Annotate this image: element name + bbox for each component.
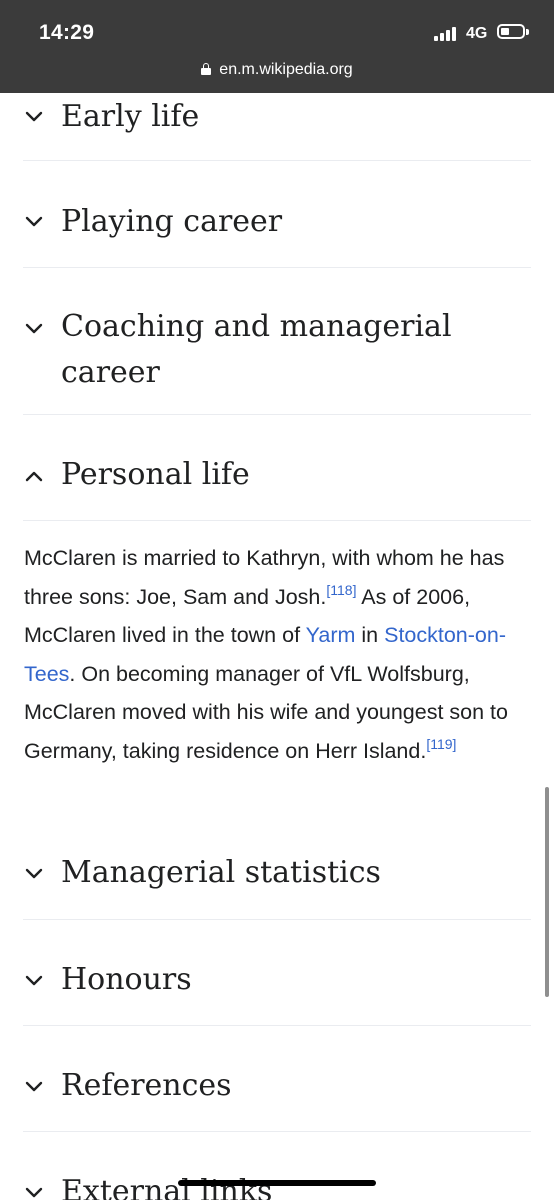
section-coaching-managerial-career[interactable]: Coaching and managerial career bbox=[23, 268, 531, 415]
chevron-down-icon bbox=[25, 868, 43, 880]
section-external-links[interactable]: External links bbox=[23, 1132, 531, 1200]
section-heading: References bbox=[61, 1068, 232, 1103]
section-references[interactable]: References bbox=[23, 1026, 531, 1132]
cellular-signal-icon bbox=[434, 27, 458, 41]
chevron-down-icon bbox=[25, 216, 43, 228]
chevron-down-icon bbox=[25, 1187, 43, 1199]
link-yarm[interactable]: Yarm bbox=[306, 623, 356, 647]
home-indicator[interactable] bbox=[178, 1180, 376, 1186]
section-heading: Honours bbox=[61, 962, 192, 997]
section-honours[interactable]: Honours bbox=[23, 920, 531, 1026]
section-managerial-statistics[interactable]: Managerial statistics bbox=[23, 813, 531, 920]
address-bar[interactable]: en.m.wikipedia.org bbox=[0, 58, 554, 82]
section-heading: Coaching and managerial career bbox=[61, 309, 452, 390]
url-text: en.m.wikipedia.org bbox=[219, 61, 353, 78]
section-heading: Early life bbox=[61, 99, 200, 134]
lock-icon bbox=[201, 63, 212, 75]
status-time: 14:29 bbox=[39, 21, 95, 44]
personal-life-paragraph: McClaren is married to Kathryn, with who… bbox=[24, 539, 532, 770]
battery-icon bbox=[497, 24, 525, 39]
chevron-up-icon bbox=[25, 470, 43, 482]
scrollbar[interactable] bbox=[545, 787, 549, 997]
chevron-down-icon bbox=[25, 111, 43, 123]
network-type: 4G bbox=[466, 25, 488, 42]
chevron-down-icon bbox=[25, 975, 43, 987]
reference-link[interactable]: [119] bbox=[426, 736, 456, 752]
article-content: Early life Playing career Coaching and m… bbox=[0, 93, 554, 1200]
chevron-down-icon bbox=[25, 323, 43, 335]
browser-top-bar: 14:29 4G en.m.wikipedia.org bbox=[0, 0, 554, 93]
battery-tip bbox=[526, 29, 529, 35]
section-early-life[interactable]: Early life bbox=[23, 93, 531, 161]
section-heading: Managerial statistics bbox=[61, 855, 381, 890]
chevron-down-icon bbox=[25, 1081, 43, 1093]
section-heading: Playing career bbox=[61, 204, 283, 239]
section-playing-career[interactable]: Playing career bbox=[23, 161, 531, 268]
paragraph-text: in bbox=[355, 623, 385, 647]
section-personal-life[interactable]: Personal life bbox=[23, 415, 531, 521]
section-heading: Personal life bbox=[61, 457, 250, 492]
reference-link[interactable]: [118] bbox=[326, 582, 356, 598]
